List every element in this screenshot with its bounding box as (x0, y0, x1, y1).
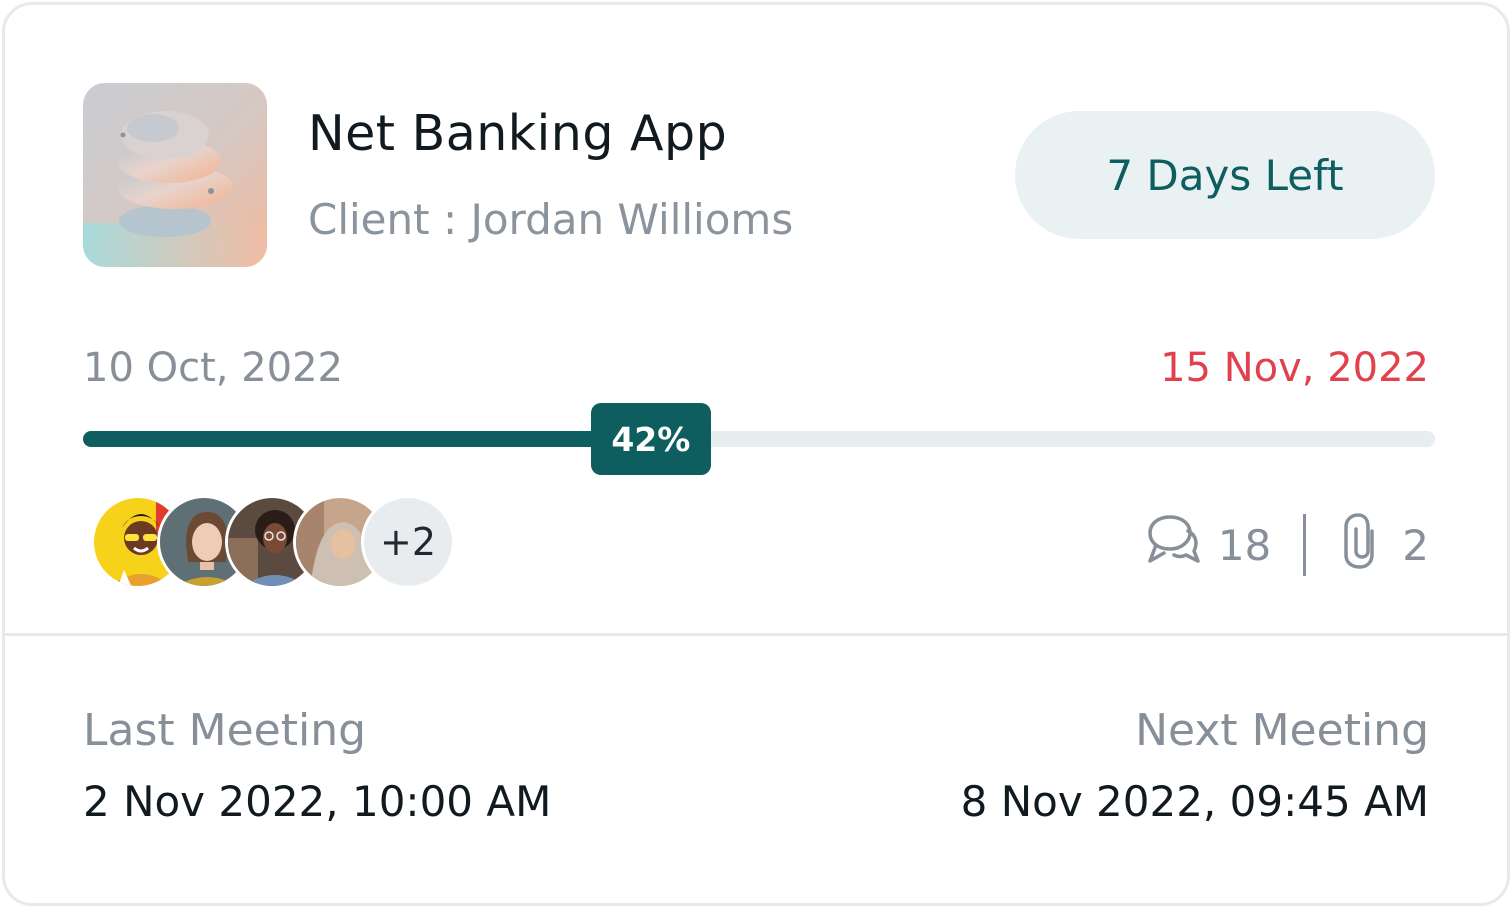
client-line: Client : Jordan Willioms (308, 195, 793, 244)
stats-divider (1303, 514, 1307, 576)
comments-stat[interactable]: 18 (1142, 509, 1271, 581)
project-card[interactable]: Net Banking App Client : Jordan Willioms… (2, 2, 1510, 906)
chat-bubbles-icon (1142, 509, 1204, 581)
client-name: Jordan Willioms (470, 195, 794, 244)
divider (5, 633, 1507, 636)
last-meeting-value: 2 Nov 2022, 10:00 AM (83, 777, 552, 826)
activity-stats: 18 2 (1142, 510, 1429, 580)
next-meeting-label: Next Meeting (1135, 705, 1429, 756)
progress-percent-badge: 42% (590, 403, 711, 475)
more-members-badge[interactable]: +2 (361, 495, 455, 589)
attachments-stat[interactable]: 2 (1338, 509, 1429, 581)
last-meeting-label: Last Meeting (83, 705, 367, 756)
progress-fill (83, 431, 651, 447)
paperclip-icon (1338, 509, 1388, 581)
days-left-badge[interactable]: 7 Days Left (1015, 111, 1435, 239)
project-thumbnail (83, 83, 267, 267)
progress-bar: 42% (83, 403, 1435, 475)
client-label: Client : (308, 195, 458, 244)
start-date: 10 Oct, 2022 (83, 345, 343, 391)
team-avatars[interactable]: +2 (91, 495, 471, 589)
next-meeting-value: 8 Nov 2022, 09:45 AM (960, 777, 1429, 826)
project-title: Net Banking App (308, 105, 728, 162)
attachments-count: 2 (1402, 520, 1429, 570)
end-date: 15 Nov, 2022 (1160, 345, 1429, 391)
comments-count: 18 (1217, 520, 1272, 570)
